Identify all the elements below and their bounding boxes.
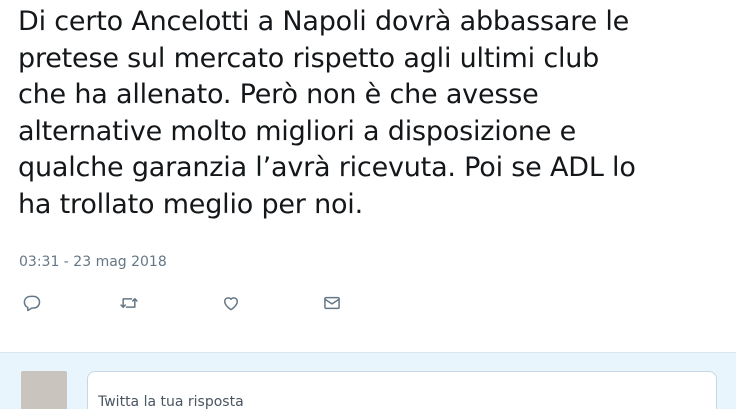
- reply-input[interactable]: [87, 371, 717, 409]
- tweet-text: Di certo Ancelotti a Napoli dovrà abbass…: [18, 6, 636, 220]
- avatar: [21, 371, 67, 409]
- tweet-timestamp[interactable]: 03:31 - 23 mag 2018: [19, 253, 167, 271]
- reply-button[interactable]: [19, 290, 45, 316]
- retweet-arrows-icon: [120, 298, 138, 308]
- heart-icon: [224, 297, 238, 311]
- tweet-card: Di certo Ancelotti a Napoli dovrà abbass…: [0, 0, 736, 352]
- retweet-button[interactable]: [116, 290, 142, 316]
- direct-message-button[interactable]: [319, 290, 345, 316]
- envelope-icon: [324, 296, 340, 310]
- like-button[interactable]: [218, 290, 244, 316]
- speech-bubble-icon: [23, 295, 41, 312]
- reply-bar: [0, 352, 736, 409]
- tweet-actions: [0, 290, 400, 316]
